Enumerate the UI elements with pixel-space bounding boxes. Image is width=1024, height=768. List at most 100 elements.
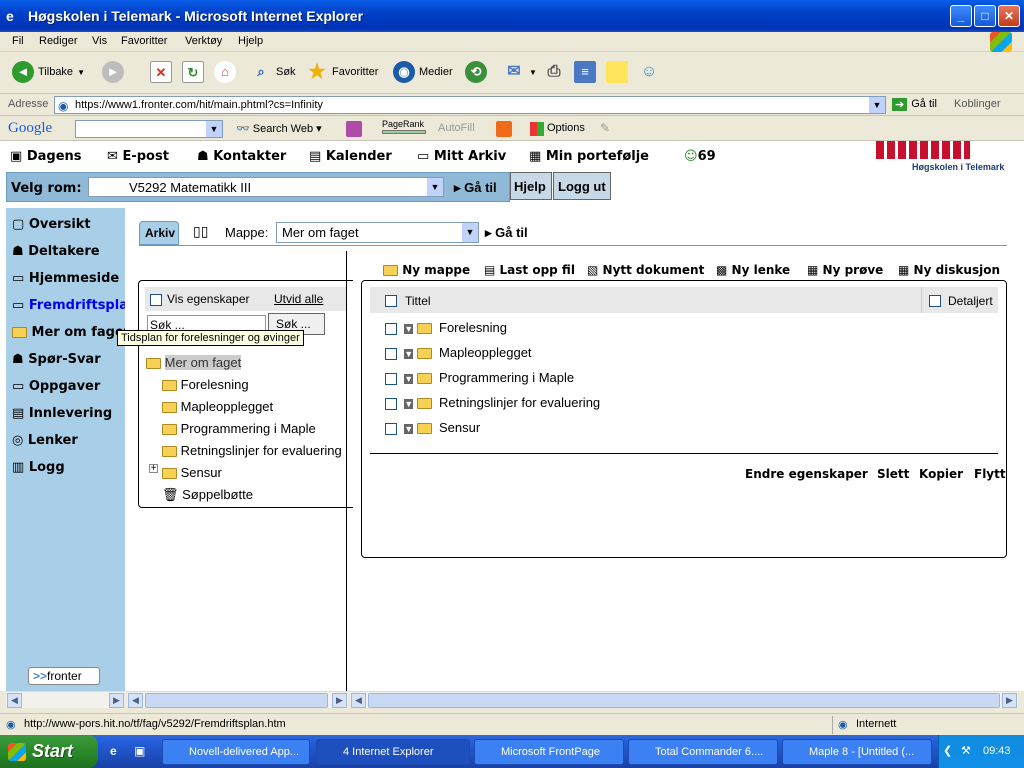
row-checkbox[interactable]: [385, 347, 397, 360]
maximize-button[interactable]: □: [974, 5, 996, 27]
go-button[interactable]: ➔ Gå til: [892, 98, 937, 111]
row-checkbox[interactable]: [385, 397, 397, 410]
search-button[interactable]: ⌕ Søk: [250, 61, 295, 83]
row-menu-icon[interactable]: ▼: [404, 399, 414, 409]
copy-button[interactable]: Kopier: [919, 467, 963, 481]
show-props-checkbox[interactable]: [150, 292, 162, 306]
list-item[interactable]: ▼ Retningslinjer for evaluering: [385, 395, 600, 410]
sidebar-item-logg[interactable]: ▥ Logg: [12, 460, 65, 475]
menu-edit[interactable]: Rediger: [39, 35, 78, 47]
tree-root[interactable]: Mer om faget: [146, 355, 242, 370]
help-tab[interactable]: Hjelp: [510, 172, 552, 200]
room-select[interactable]: V5292 Matematikk III ▼: [88, 177, 444, 197]
address-dropdown-icon[interactable]: ▼: [869, 97, 885, 113]
delete-button[interactable]: Slett: [877, 467, 909, 481]
sidebar-item-deltakere[interactable]: ☗ Deltakere: [12, 244, 100, 259]
blogger-icon[interactable]: [496, 121, 512, 137]
detailed-checkbox[interactable]: [929, 293, 941, 307]
tree-item[interactable]: Forelesning: [162, 377, 249, 392]
nav-kontakter[interactable]: ☗ Kontakter: [197, 149, 286, 164]
logout-tab[interactable]: Logg ut: [553, 172, 611, 200]
autofill-button[interactable]: AutoFill: [438, 122, 475, 134]
tree-trash[interactable]: 🗑 Søppelbøtte: [162, 487, 253, 503]
sidebar-item-fremdriftsplan[interactable]: ▭ Fremdriftsplan: [12, 298, 125, 313]
online-count[interactable]: ☺69: [684, 149, 716, 164]
sidebar-item-oppgaver[interactable]: ▭ Oppgaver: [12, 379, 100, 394]
task-frontpage[interactable]: Microsoft FrontPage: [474, 739, 624, 765]
messenger-button[interactable]: ☺: [638, 61, 660, 83]
google-search-input[interactable]: ▼: [75, 120, 223, 138]
new-folder-button[interactable]: Ny mappe: [383, 263, 470, 277]
window-title-bar[interactable]: e Høgskolen i Telemark - Microsoft Inter…: [0, 0, 1024, 32]
menu-view[interactable]: Vis: [92, 35, 107, 47]
archive-tab[interactable]: Arkiv: [139, 221, 179, 245]
list-item[interactable]: ▼ Programmering i Maple: [385, 370, 574, 385]
close-button[interactable]: ✕: [998, 5, 1020, 27]
move-button[interactable]: Flytt: [974, 467, 1006, 481]
list-scrollbar[interactable]: ◀ ▶: [350, 691, 1018, 708]
new-link-button[interactable]: ▩ Ny lenke: [716, 263, 790, 277]
tree-item[interactable]: Programmering i Maple: [162, 421, 316, 436]
refresh-button[interactable]: ↻: [182, 61, 204, 83]
book-icon[interactable]: ▯▯: [193, 223, 208, 240]
menu-help[interactable]: Hjelp: [238, 35, 263, 47]
list-item[interactable]: ▼ Forelesning: [385, 320, 507, 335]
nav-min-portefolje[interactable]: ▦ Min portefølje: [529, 149, 649, 164]
quicklaunch-icon[interactable]: ▣: [134, 744, 145, 758]
nav-kalender[interactable]: ▤ Kalender: [309, 149, 392, 164]
notes-button[interactable]: [606, 61, 628, 83]
scroll-right-icon[interactable]: ▶: [109, 693, 124, 708]
expand-plus-icon[interactable]: +: [149, 464, 158, 474]
nav-epost[interactable]: ✉ E-post: [107, 149, 169, 164]
chevron-down-icon[interactable]: ▼: [427, 178, 443, 196]
menu-favorites[interactable]: Favoritter: [121, 35, 167, 47]
history-button[interactable]: ⟲: [465, 61, 487, 83]
address-input[interactable]: ◉ https://www1.fronter.com/hit/main.phtm…: [54, 96, 886, 114]
row-checkbox[interactable]: [385, 322, 397, 335]
home-button[interactable]: ⌂: [214, 61, 236, 83]
tree-item[interactable]: Sensur: [162, 465, 222, 480]
scroll-left-icon[interactable]: ◀: [128, 693, 143, 708]
task-internet-explorer[interactable]: 4 Internet Explorer: [316, 739, 470, 765]
scroll-right-icon[interactable]: ▶: [1002, 693, 1017, 708]
list-item[interactable]: ▼ Mapleopplegget: [385, 345, 532, 360]
menu-tools[interactable]: Verktøy: [185, 35, 222, 47]
edit-properties-button[interactable]: Endre egenskaper: [745, 467, 868, 481]
mail-button[interactable]: ✉ ▼: [503, 61, 537, 83]
chevron-down-icon[interactable]: ▼: [206, 121, 222, 137]
folder-go-button[interactable]: ▸ Gå til: [485, 225, 528, 241]
google-logo[interactable]: Google: [8, 120, 52, 137]
nav-mitt-arkiv[interactable]: ▭ Mitt Arkiv: [417, 149, 506, 164]
news-icon[interactable]: [346, 121, 362, 137]
search-web-button[interactable]: 👓 Search Web ▾: [236, 122, 322, 135]
chevron-down-icon[interactable]: ▼: [462, 223, 478, 242]
select-all-checkbox[interactable]: [385, 293, 397, 307]
tray-expand-icon[interactable]: ❮: [943, 744, 952, 757]
row-checkbox[interactable]: [385, 372, 397, 385]
pencil-icon[interactable]: ✎: [600, 121, 610, 135]
new-document-button[interactable]: ▧ Nytt dokument: [587, 263, 704, 277]
nav-dagens[interactable]: ▣ Dagens: [10, 149, 82, 164]
tray-network-icon[interactable]: ⚒: [961, 744, 971, 757]
options-button[interactable]: Options: [530, 122, 585, 136]
task-maple[interactable]: Maple 8 - [Untitled (...: [782, 739, 932, 765]
tree-scrollbar[interactable]: ◀ ▶: [127, 691, 348, 708]
forward-button[interactable]: ►: [102, 61, 124, 83]
start-button[interactable]: Start: [0, 735, 98, 768]
new-discussion-button[interactable]: ▦ Ny diskusjon: [898, 263, 1000, 277]
sidebar-item-innlevering[interactable]: ▤ Innlevering: [12, 406, 112, 421]
task-novell[interactable]: Novell-delivered App...: [162, 739, 310, 765]
row-checkbox[interactable]: [385, 422, 397, 435]
media-button[interactable]: ◉ Medier: [393, 61, 453, 83]
row-menu-icon[interactable]: ▼: [404, 324, 414, 334]
col-title[interactable]: Tittel: [405, 294, 431, 308]
tree-item[interactable]: Mapleopplegget: [162, 399, 273, 414]
favorites-button[interactable]: ★ Favoritter: [306, 61, 378, 83]
row-menu-icon[interactable]: ▼: [404, 349, 414, 359]
menu-file[interactable]: Fil: [12, 35, 24, 47]
scroll-right-icon[interactable]: ▶: [332, 693, 347, 708]
scroll-thumb[interactable]: [145, 693, 328, 708]
clock[interactable]: 09:43: [983, 745, 1011, 757]
sidebar-item-lenker[interactable]: ◎ Lenker: [12, 433, 78, 448]
sidebar-item-oversikt[interactable]: ▢ Oversikt: [12, 217, 91, 232]
